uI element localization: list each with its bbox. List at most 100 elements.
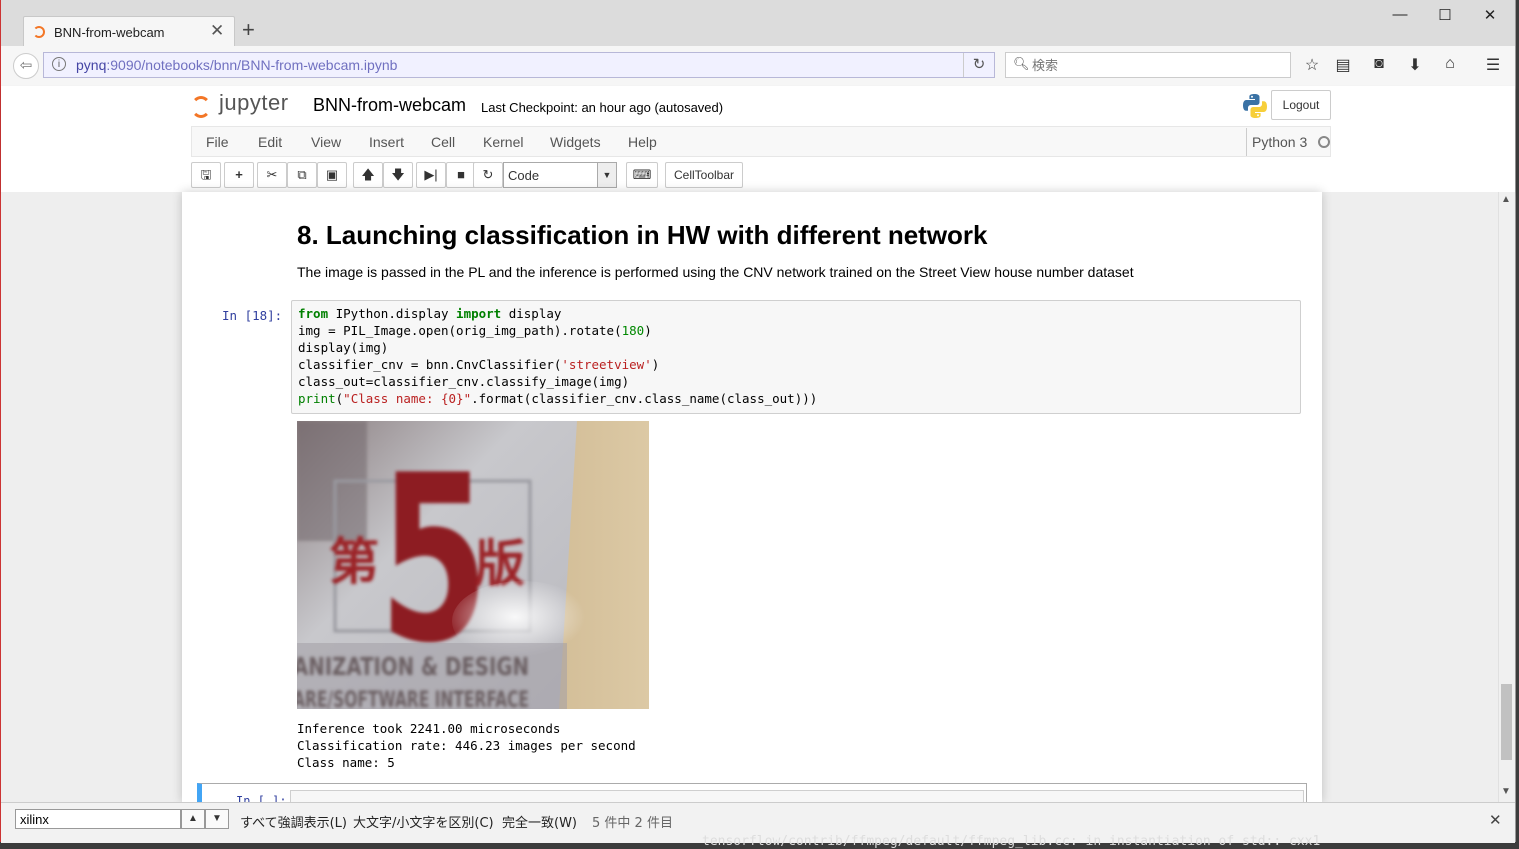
cell-type-value: Code bbox=[508, 168, 540, 183]
command-palette-button[interactable]: ⌨ bbox=[626, 162, 658, 188]
scrollbar-thumb[interactable] bbox=[1501, 684, 1512, 760]
code-keyword-from: from bbox=[298, 306, 329, 321]
keyboard-icon: ⌨ bbox=[632, 167, 652, 182]
kernel-idle-icon bbox=[1318, 136, 1330, 148]
copy-button[interactable]: ⧉ bbox=[287, 162, 317, 188]
back-button[interactable]: ⇦ bbox=[13, 53, 39, 79]
output-image: 第 5 版 ANIZATION & DESIGN ARE/SOFTWARE IN… bbox=[297, 421, 649, 709]
celltoolbar-button[interactable]: CellToolbar bbox=[665, 162, 743, 188]
save-button[interactable]: 🖫︎ bbox=[191, 162, 221, 188]
tab-bnn-from-webcam[interactable]: BNN-from-webcam ✕ bbox=[23, 16, 235, 48]
notebook-menubar: File Edit View Insert Cell Kernel Widget… bbox=[191, 126, 1331, 157]
code-l2-pre: img = PIL_Image.open(orig_img_path).rota… bbox=[298, 323, 622, 338]
image-text-line1: ANIZATION & DESIGN bbox=[297, 652, 529, 681]
find-previous-button[interactable]: ▲ bbox=[181, 809, 205, 829]
code-line-3: display(img) bbox=[298, 340, 389, 355]
code-line-2: img = PIL_Image.open(orig_img_path).rota… bbox=[298, 323, 652, 338]
code-cell[interactable]: from IPython.display import display img … bbox=[291, 300, 1301, 414]
restart-icon: ↻ bbox=[482, 167, 494, 182]
output-line-3: Class name: 5 bbox=[297, 755, 395, 770]
scissors-icon: ✂ bbox=[266, 167, 278, 182]
download-icon[interactable]: ⬇ bbox=[1403, 55, 1427, 75]
code-l6-builtin: print bbox=[298, 391, 336, 406]
search-input[interactable] bbox=[1030, 55, 1284, 77]
run-button[interactable]: ▶| bbox=[416, 162, 446, 188]
markdown-paragraph: The image is passed in the PL and the in… bbox=[297, 264, 1134, 280]
reload-button[interactable]: ↻ bbox=[963, 53, 994, 77]
menu-view[interactable]: View bbox=[311, 134, 341, 150]
site-info-icon[interactable]: i bbox=[52, 57, 66, 71]
browser-window: BNN-from-webcam ✕ + — ☐ ✕ ⇦ i pynq:9090/… bbox=[0, 0, 1516, 843]
menu-insert[interactable]: Insert bbox=[369, 134, 404, 150]
maximize-button[interactable]: ☐ bbox=[1430, 6, 1460, 24]
code-keyword-import: import bbox=[456, 306, 502, 321]
cut-button[interactable]: ✂ bbox=[257, 162, 287, 188]
code-l4-post: ) bbox=[651, 357, 660, 372]
address-bar[interactable]: i pynq:9090/notebooks/bnn/BNN-from-webca… bbox=[43, 52, 995, 78]
paste-icon: ▣ bbox=[325, 167, 339, 182]
output-line-2: Classification rate: 446.23 images per s… bbox=[297, 738, 636, 753]
save-icon: 🖫︎ bbox=[200, 167, 212, 182]
interrupt-button[interactable]: ■ bbox=[446, 162, 476, 188]
star-icon[interactable]: ☆ bbox=[1300, 55, 1324, 75]
notebook-name[interactable]: BNN-from-webcam bbox=[313, 95, 466, 116]
next-code-cell[interactable]: In [ ]: bbox=[197, 783, 1307, 802]
find-result-count: 5 件中 2 件目 bbox=[592, 816, 673, 831]
reading-list-icon[interactable]: ▤ bbox=[1331, 55, 1355, 75]
code-l2-post: ) bbox=[644, 323, 652, 338]
new-tab-button[interactable]: + bbox=[242, 18, 255, 42]
arrow-down-icon: 🡇 bbox=[391, 167, 405, 182]
url-host: pynq bbox=[76, 57, 107, 73]
code-line-4: classifier_cnv = bnn.CnvClassifier('stre… bbox=[298, 357, 659, 372]
menu-icon[interactable]: ☰ bbox=[1481, 55, 1505, 75]
scroll-down-icon[interactable]: ▼ bbox=[1501, 786, 1511, 797]
cell-type-select[interactable]: Code ▼ bbox=[503, 162, 617, 188]
menu-kernel[interactable]: Kernel bbox=[483, 134, 523, 150]
chevron-up-icon: ▲ bbox=[188, 813, 198, 824]
tab-title: BNN-from-webcam bbox=[54, 25, 165, 40]
next-cell-editor[interactable] bbox=[290, 790, 1304, 802]
code-l4-pre: classifier_cnv = bnn.CnvClassifier( bbox=[298, 357, 562, 372]
kernel-divider bbox=[1246, 128, 1247, 156]
find-input[interactable] bbox=[20, 811, 176, 827]
code-l2-number: 180 bbox=[621, 323, 645, 338]
close-find-bar-icon[interactable]: ✕ bbox=[1489, 811, 1502, 829]
plus-icon: + bbox=[235, 167, 243, 182]
find-input-box[interactable] bbox=[15, 809, 181, 829]
close-window-button[interactable]: ✕ bbox=[1475, 6, 1505, 24]
chevron-down-icon: ▼ bbox=[597, 163, 616, 187]
logout-button[interactable]: Logout bbox=[1271, 90, 1331, 120]
code-l6-string: "Class name: {0}" bbox=[343, 391, 472, 406]
search-box[interactable]: 🔍︎ bbox=[1005, 52, 1291, 78]
code-module: IPython.display bbox=[328, 306, 457, 321]
navigation-bar: ⇦ i pynq:9090/notebooks/bnn/BNN-from-web… bbox=[1, 46, 1515, 87]
page-scrollbar[interactable]: ▲ ▼ bbox=[1498, 192, 1515, 802]
move-down-button[interactable]: 🡇 bbox=[383, 162, 413, 188]
chevron-down-icon: ▼ bbox=[212, 813, 222, 824]
menu-cell[interactable]: Cell bbox=[431, 134, 455, 150]
input-prompt: In [18]: bbox=[222, 308, 283, 323]
menu-file[interactable]: File bbox=[206, 134, 229, 150]
tab-strip: BNN-from-webcam ✕ + — ☐ ✕ bbox=[1, 0, 1515, 48]
menu-widgets[interactable]: Widgets bbox=[550, 134, 601, 150]
notebook-page: 8. Launching classification in HW with d… bbox=[182, 192, 1322, 802]
menu-edit[interactable]: Edit bbox=[258, 134, 282, 150]
match-case-option[interactable]: 大文字/小文字を区別(C) bbox=[353, 812, 494, 831]
pocket-icon[interactable]: ◙ bbox=[1367, 55, 1391, 73]
highlight-all-option[interactable]: すべて強調表示(L) bbox=[240, 812, 347, 831]
minimize-button[interactable]: — bbox=[1385, 6, 1415, 23]
home-icon[interactable]: ⌂ bbox=[1438, 55, 1462, 73]
search-icon: 🔍︎ bbox=[1013, 56, 1030, 71]
output-line-1: Inference took 2241.00 microseconds bbox=[297, 721, 561, 736]
close-tab-icon[interactable]: ✕ bbox=[210, 21, 224, 41]
whole-word-option[interactable]: 完全一致(W) bbox=[502, 812, 577, 831]
find-next-button[interactable]: ▼ bbox=[205, 809, 229, 829]
restart-button[interactable]: ↻ bbox=[473, 162, 503, 188]
menu-help[interactable]: Help bbox=[628, 134, 657, 150]
insert-cell-button[interactable]: + bbox=[224, 162, 254, 188]
code-l6-rest: .format(classifier_cnv.class_name(class_… bbox=[471, 391, 818, 406]
scroll-up-icon[interactable]: ▲ bbox=[1501, 194, 1511, 205]
paste-button[interactable]: ▣ bbox=[317, 162, 347, 188]
move-up-button[interactable]: 🡅 bbox=[353, 162, 383, 188]
jupyter-logo-text: jupyter bbox=[219, 90, 289, 115]
